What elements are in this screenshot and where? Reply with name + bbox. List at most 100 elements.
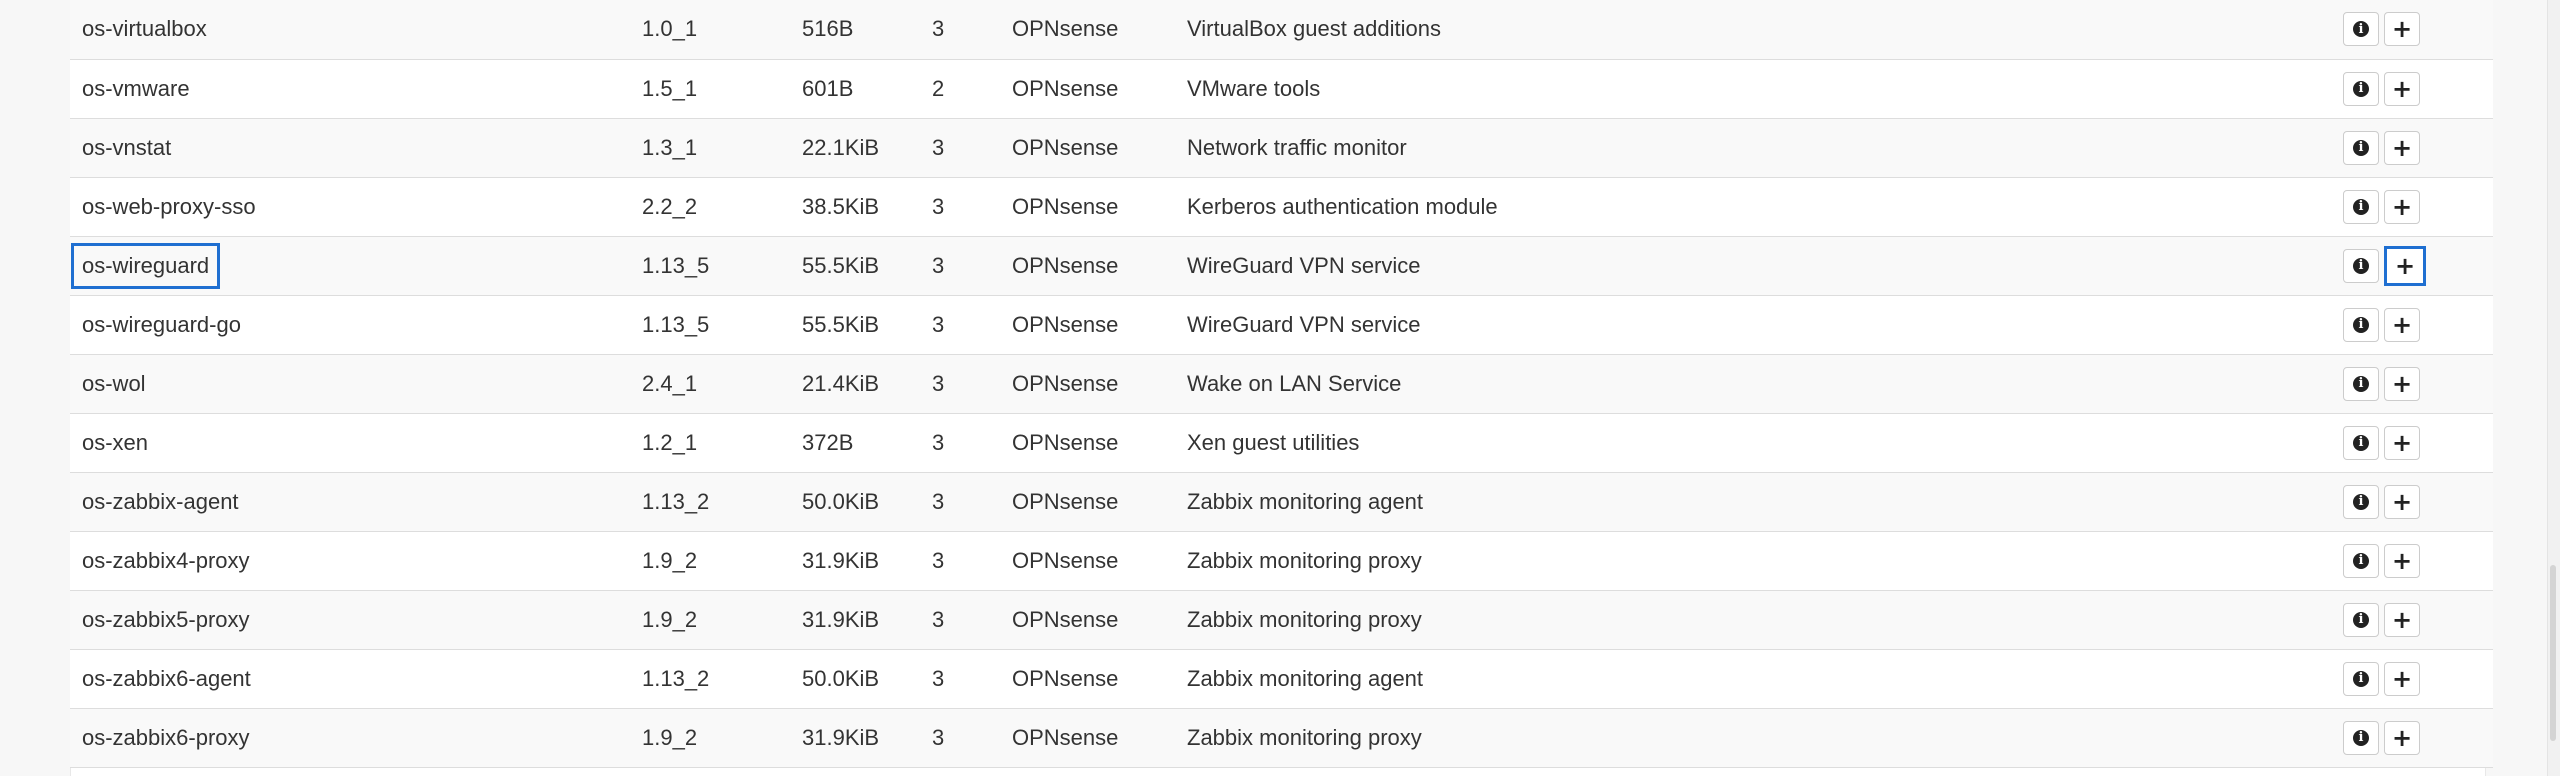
- package-install-button[interactable]: +: [2384, 245, 2426, 286]
- package-install-button[interactable]: +: [2384, 189, 2420, 224]
- package-tier-cell: 3: [932, 531, 1012, 590]
- package-install-button[interactable]: +: [2384, 366, 2420, 401]
- package-repository: OPNsense: [1012, 429, 1119, 455]
- package-repository-cell: OPNsense: [1012, 472, 1187, 531]
- table-row: os-zabbix5-proxy 1.9_2 31.9KiB 3 OPNsense Zab…: [70, 590, 2493, 649]
- plus-icon: +: [2391, 74, 2413, 103]
- package-size: 55.5KiB: [802, 311, 880, 337]
- package-size: 31.9KiB: [802, 547, 880, 573]
- package-tier-cell: 3: [932, 354, 1012, 413]
- package-repository: OPNsense: [1012, 547, 1119, 573]
- package-name: os-wol: [82, 370, 146, 396]
- package-version-cell: 1.9_2: [642, 708, 802, 767]
- package-install-button[interactable]: +: [2384, 661, 2420, 696]
- package-name-cell: os-zabbix-agent: [70, 472, 642, 531]
- package-version: 1.13_2: [642, 665, 710, 691]
- package-tier-cell: 3: [932, 472, 1012, 531]
- package-info-button[interactable]: i: [2343, 484, 2379, 519]
- plus-icon: +: [2391, 15, 2413, 44]
- package-actions-cell: i +: [2343, 413, 2493, 472]
- package-info-button[interactable]: i: [2343, 12, 2379, 47]
- package-description-cell: Wake on LAN Service: [1187, 354, 2343, 413]
- package-tier-cell: 3: [932, 236, 1012, 295]
- plus-icon: +: [2391, 310, 2413, 339]
- package-version: 1.0_1: [642, 16, 698, 42]
- package-info-button[interactable]: i: [2343, 425, 2379, 460]
- package-description: WireGuard VPN service: [1187, 311, 1421, 337]
- package-repository-cell: OPNsense: [1012, 649, 1187, 708]
- package-description-cell: VirtualBox guest additions: [1187, 0, 2343, 59]
- package-install-button[interactable]: +: [2384, 12, 2420, 47]
- package-description: Wake on LAN Service: [1187, 370, 1402, 396]
- package-description: Zabbix monitoring proxy: [1187, 606, 1422, 632]
- package-description-cell: Zabbix monitoring proxy: [1187, 708, 2343, 767]
- package-info-button[interactable]: i: [2343, 189, 2379, 224]
- package-version-cell: 1.3_1: [642, 118, 802, 177]
- package-description: Zabbix monitoring proxy: [1187, 547, 1422, 573]
- package-info-button[interactable]: i: [2343, 661, 2379, 696]
- package-tier-cell: 3: [932, 413, 1012, 472]
- package-version-cell: 1.2_1: [642, 413, 802, 472]
- table-row: os-vnstat 1.3_1 22.1KiB 3 OPNsense Network tr…: [70, 118, 2493, 177]
- package-name-cell: os-vnstat: [70, 118, 642, 177]
- info-circle-icon: i: [2353, 198, 2369, 215]
- package-version-cell: 1.9_2: [642, 590, 802, 649]
- package-info-button[interactable]: i: [2343, 602, 2379, 637]
- package-install-button[interactable]: +: [2384, 602, 2420, 637]
- package-repository-cell: OPNsense: [1012, 118, 1187, 177]
- package-version: 1.13_5: [642, 311, 710, 337]
- package-version-cell: 1.13_2: [642, 472, 802, 531]
- package-size-cell: 372B: [802, 413, 932, 472]
- package-size-cell: 21.4KiB: [802, 354, 932, 413]
- package-description: WireGuard VPN service: [1187, 252, 1421, 278]
- package-tier-cell: 3: [932, 0, 1012, 59]
- package-repository: OPNsense: [1012, 193, 1119, 219]
- package-version: 1.13_5: [642, 252, 710, 278]
- package-name-cell: os-xen: [70, 413, 642, 472]
- package-name: os-zabbix4-proxy: [82, 547, 250, 573]
- package-install-button[interactable]: +: [2384, 71, 2420, 106]
- page-scrollbar-thumb[interactable]: [2550, 565, 2556, 741]
- package-install-button[interactable]: +: [2384, 307, 2420, 342]
- package-install-button[interactable]: +: [2384, 130, 2420, 165]
- package-name: os-zabbix6-proxy: [82, 724, 250, 750]
- package-repository-cell: OPNsense: [1012, 708, 1187, 767]
- package-size: 516B: [802, 16, 854, 42]
- info-circle-icon: i: [2353, 729, 2369, 746]
- table-row: os-zabbix4-proxy 1.9_2 31.9KiB 3 OPNsense Zab…: [70, 531, 2493, 590]
- package-info-button[interactable]: i: [2343, 307, 2379, 342]
- package-version: 1.9_2: [642, 606, 698, 632]
- package-info-button[interactable]: i: [2343, 130, 2379, 165]
- package-size-cell: 22.1KiB: [802, 118, 932, 177]
- package-repository: OPNsense: [1012, 606, 1119, 632]
- package-install-button[interactable]: +: [2384, 543, 2420, 578]
- package-size-cell: 31.9KiB: [802, 590, 932, 649]
- package-tier-cell: 2: [932, 59, 1012, 118]
- package-description-cell: WireGuard VPN service: [1187, 295, 2343, 354]
- package-description: Network traffic monitor: [1187, 134, 1407, 160]
- package-version-cell: 2.4_1: [642, 354, 802, 413]
- package-info-button[interactable]: i: [2343, 71, 2379, 106]
- package-info-button[interactable]: i: [2343, 366, 2379, 401]
- package-size: 50.0KiB: [802, 488, 880, 514]
- plugins-table: os-virtualbox 1.0_1 516B 3 OPNsense VirtualBo…: [70, 0, 2493, 768]
- package-name-cell: os-zabbix6-proxy: [70, 708, 642, 767]
- table-row: os-vmware 1.5_1 601B 2 OPNsense VMware tools i…: [70, 59, 2493, 118]
- package-install-button[interactable]: +: [2384, 720, 2420, 755]
- package-info-button[interactable]: i: [2343, 248, 2379, 283]
- package-info-button[interactable]: i: [2343, 720, 2379, 755]
- plugins-page: os-virtualbox 1.0_1 516B 3 OPNsense VirtualBo…: [0, 0, 2560, 776]
- page-scrollbar[interactable]: [2547, 0, 2560, 776]
- package-repository-cell: OPNsense: [1012, 236, 1187, 295]
- package-size-cell: 516B: [802, 0, 932, 59]
- plus-icon: +: [2391, 546, 2413, 575]
- package-version: 2.4_1: [642, 370, 698, 396]
- package-description-cell: Zabbix monitoring agent: [1187, 472, 2343, 531]
- package-version-cell: 2.2_2: [642, 177, 802, 236]
- package-size-cell: 601B: [802, 59, 932, 118]
- package-version: 1.9_2: [642, 547, 698, 573]
- package-info-button[interactable]: i: [2343, 543, 2379, 578]
- package-repository: OPNsense: [1012, 665, 1119, 691]
- package-install-button[interactable]: +: [2384, 484, 2420, 519]
- package-install-button[interactable]: +: [2384, 425, 2420, 460]
